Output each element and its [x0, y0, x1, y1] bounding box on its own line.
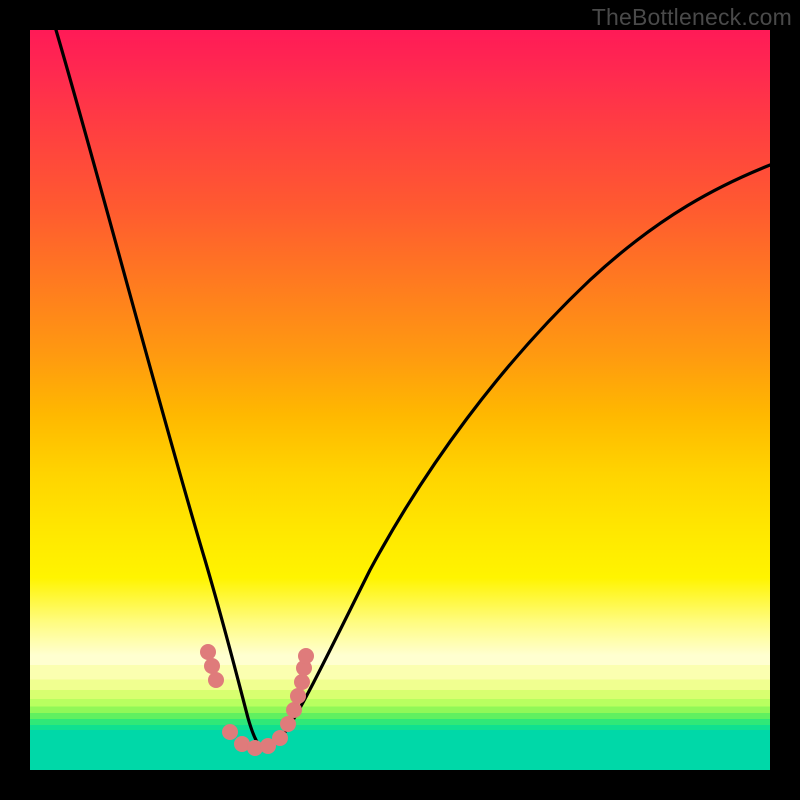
watermark-text: TheBottleneck.com — [592, 4, 792, 31]
bottleneck-curve — [56, 30, 770, 748]
chart-frame: TheBottleneck.com — [0, 0, 800, 800]
chart-overlay — [30, 30, 770, 770]
